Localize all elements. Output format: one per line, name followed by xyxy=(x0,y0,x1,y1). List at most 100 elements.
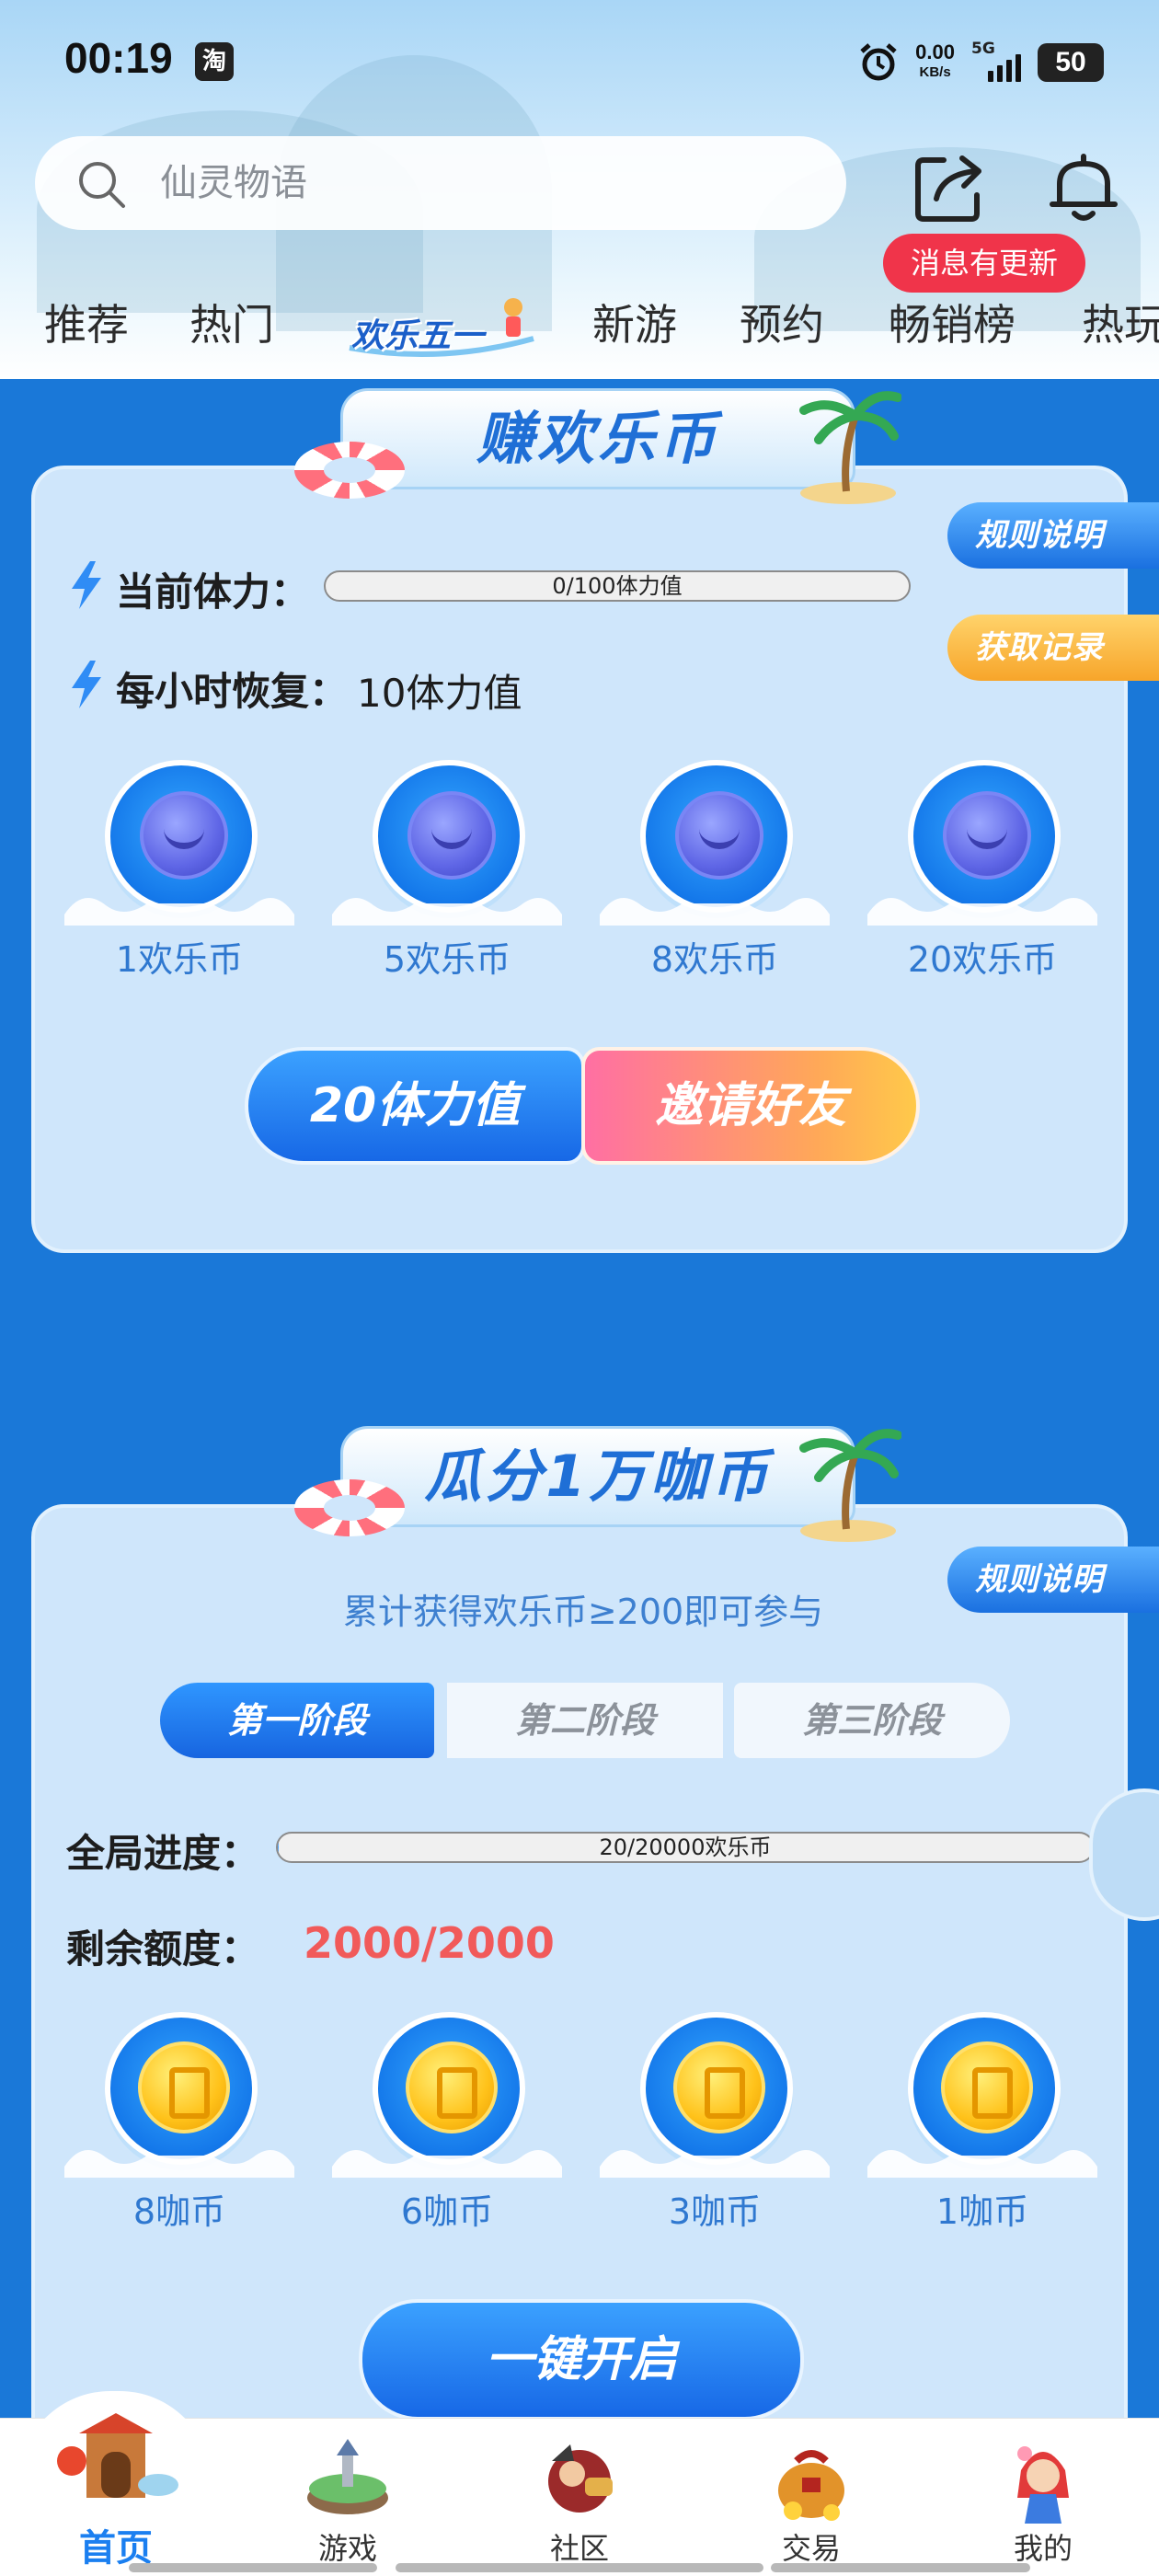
tab-bestseller[interactable]: 畅销榜 xyxy=(889,293,1016,357)
stamina-button[interactable]: 20体力值 xyxy=(245,1047,585,1165)
nav-trade[interactable]: 交易 xyxy=(738,2419,885,2576)
gesture-bar xyxy=(396,2563,763,2572)
signal-icon: 5G xyxy=(971,40,1021,82)
alarm-icon xyxy=(860,43,897,81)
gold-coin-icon xyxy=(673,2041,765,2133)
remaining-label: 剩余额度： xyxy=(66,1926,260,1972)
reward-item[interactable]: 8咖币 xyxy=(64,2012,294,2242)
happy-coin-icon xyxy=(943,791,1031,880)
bell-icon[interactable] xyxy=(1047,147,1120,226)
nav-games-label: 游戏 xyxy=(317,2531,377,2566)
invite-friends-button[interactable]: 邀请好友 xyxy=(581,1047,920,1165)
wave-decoration xyxy=(332,898,562,926)
records-button[interactable]: 获取记录 xyxy=(947,615,1159,681)
participation-hint: 累计获得欢乐币≥200即可参与 xyxy=(342,1592,824,1632)
community-icon xyxy=(548,2444,613,2513)
games-island-icon xyxy=(307,2439,388,2514)
gold-coin-icon xyxy=(941,2041,1033,2133)
nav-games[interactable]: 游戏 xyxy=(274,2419,421,2576)
wave-decoration xyxy=(332,2150,562,2178)
wave-decoration xyxy=(64,898,294,926)
wave-decoration xyxy=(64,2150,294,2178)
taobao-notification-icon: 淘 xyxy=(195,42,234,81)
reward-label: 3咖币 xyxy=(668,2191,762,2232)
nav-home[interactable]: 首页 xyxy=(42,2413,189,2576)
search-icon xyxy=(79,162,125,208)
rules-button[interactable]: 规则说明 xyxy=(947,502,1159,569)
stamina-progress: 0/100体力值 xyxy=(324,570,911,602)
palm-tree-icon xyxy=(799,391,901,504)
happy-coin-icon xyxy=(675,791,763,880)
bottom-nav: 首页 游戏 社区 交易 我的 xyxy=(0,2391,1159,2576)
signal-label: 5G xyxy=(971,40,995,58)
reward-label: 1咖币 xyxy=(935,2191,1029,2232)
global-progress-label: 全局进度： xyxy=(66,1831,260,1876)
open-all-button[interactable]: 一键开启 xyxy=(359,2299,804,2420)
reward-item[interactable]: 3咖币 xyxy=(600,2012,830,2242)
profile-avatar-icon xyxy=(1017,2446,1069,2524)
reward-label: 20欢乐币 xyxy=(907,939,1058,980)
reward-label: 1欢乐币 xyxy=(115,939,244,980)
share-title: 瓜分1万咖币 xyxy=(424,1443,772,1510)
reward-item[interactable]: 1欢乐币 xyxy=(64,760,294,990)
stage-tab-3[interactable]: 第三阶段 xyxy=(734,1683,1010,1758)
search-input[interactable]: 仙灵物语 xyxy=(160,136,307,230)
wave-decoration xyxy=(867,2150,1097,2178)
nav-mine[interactable]: 我的 xyxy=(970,2419,1117,2576)
stamina-label: 当前体力： xyxy=(116,569,310,615)
recover-label: 每小时恢复： xyxy=(116,669,349,714)
reward-label: 5欢乐币 xyxy=(383,939,511,980)
message-update-badge[interactable]: 消息有更新 xyxy=(883,234,1085,293)
stage-tab-2[interactable]: 第二阶段 xyxy=(447,1683,723,1758)
palm-tree-icon xyxy=(799,1429,901,1542)
status-time: 00:19 xyxy=(64,34,173,82)
reward-item[interactable]: 8欢乐币 xyxy=(600,760,830,990)
reward-item[interactable]: 20欢乐币 xyxy=(867,760,1097,990)
happy-coin-icon xyxy=(407,791,496,880)
earn-title: 赚欢乐币 xyxy=(476,405,719,472)
happy-coin-icon xyxy=(140,791,228,880)
status-right: 0.00 KB/s 5G 50 xyxy=(858,37,1104,88)
swim-ring-icon xyxy=(294,442,405,499)
tab-festival-label: 欢乐五一 xyxy=(351,317,485,355)
share-card: 规则说明 累计获得欢乐币≥200即可参与 第一阶段 第二阶段 第三阶段 全局进度… xyxy=(31,1504,1159,2420)
lightning-icon xyxy=(72,561,101,609)
global-progress-text: 20/20000欢乐币 xyxy=(599,1834,772,1860)
stage-tab-1[interactable]: 第一阶段 xyxy=(160,1683,434,1758)
lightning-icon xyxy=(72,661,101,708)
global-progress: 20/20000欢乐币 xyxy=(276,1832,1095,1863)
gesture-bar xyxy=(129,2563,377,2572)
reward-label: 6咖币 xyxy=(400,2191,494,2232)
reward-label: 8欢乐币 xyxy=(650,939,779,980)
share-icon[interactable] xyxy=(911,147,990,226)
header: 00:19 淘 0.00 KB/s 5G 50 仙灵物语 消息有更新 推荐 热门… xyxy=(0,0,1159,379)
tab-trending[interactable]: 热玩 xyxy=(1082,293,1159,357)
wave-decoration xyxy=(600,898,830,926)
tab-new[interactable]: 新游 xyxy=(592,293,677,357)
gesture-bar xyxy=(771,2563,1030,2572)
nav-community[interactable]: 社区 xyxy=(506,2419,653,2576)
reward-item[interactable]: 6咖币 xyxy=(332,2012,562,2242)
net-speed-value: 0.00 xyxy=(915,40,955,63)
tab-festival[interactable]: 欢乐五一 xyxy=(340,293,543,366)
search-bar[interactable]: 仙灵物语 xyxy=(35,136,846,230)
gold-coin-icon xyxy=(138,2041,230,2133)
nav-trade-label: 交易 xyxy=(781,2531,841,2566)
tab-recommend[interactable]: 推荐 xyxy=(44,293,129,357)
reward-label: 8咖币 xyxy=(132,2191,226,2232)
reward-item[interactable]: 1咖币 xyxy=(867,2012,1097,2242)
battery-icon: 50 xyxy=(1038,43,1104,82)
swim-ring-icon xyxy=(294,1479,405,1536)
wave-decoration xyxy=(867,898,1097,926)
tab-hot[interactable]: 热门 xyxy=(189,293,274,357)
gold-coin-icon xyxy=(406,2041,498,2133)
remaining-value: 2000/2000 xyxy=(304,1918,555,1968)
net-speed: 0.00 KB/s xyxy=(915,42,955,83)
wave-decoration xyxy=(600,2150,830,2178)
main-content: 规则说明 获取记录 当前体力： 0/100体力值 每小时恢复： 10体力值 1欢… xyxy=(0,379,1159,2420)
tab-reserve[interactable]: 预约 xyxy=(740,293,824,357)
status-bar: 00:19 淘 0.00 KB/s 5G 50 xyxy=(0,0,1159,120)
home-gate-icon xyxy=(57,2413,178,2498)
trade-bag-icon xyxy=(778,2450,844,2521)
reward-item[interactable]: 5欢乐币 xyxy=(332,760,562,990)
